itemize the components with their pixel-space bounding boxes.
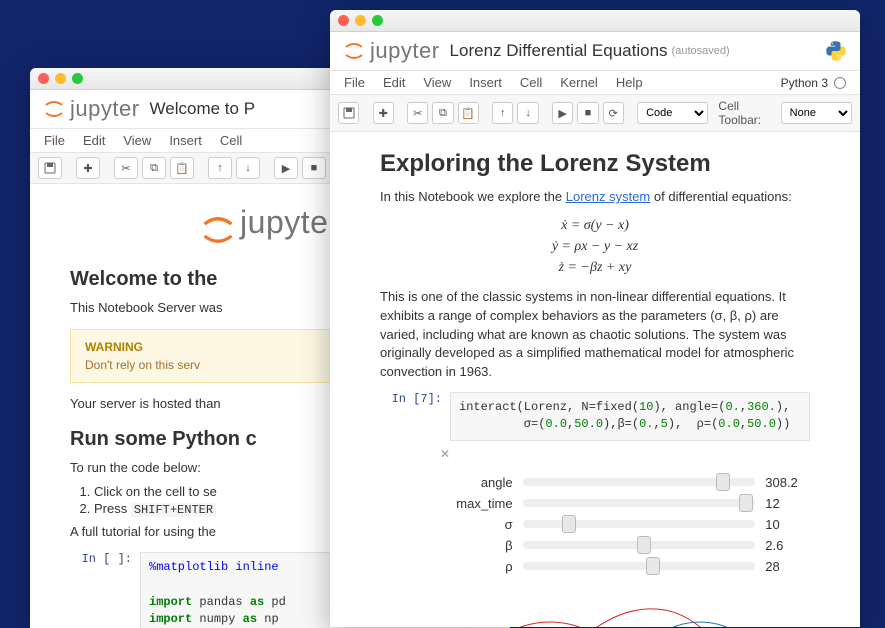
menu-help[interactable]: Help [616, 75, 643, 90]
menu-file[interactable]: File [344, 75, 365, 90]
equations: ẋ = σ(y − x) ẏ = ρx − y − xz ż = −βz + x… [380, 215, 810, 278]
copy-button[interactable]: ⧉ [142, 157, 166, 179]
add-cell-button[interactable]: ✚ [373, 102, 394, 124]
run-button[interactable]: ▶ [274, 157, 298, 179]
slider-row-angle: angle 308.2 [450, 475, 810, 490]
menu-insert[interactable]: Insert [469, 75, 502, 90]
menu-file[interactable]: File [44, 133, 65, 148]
lorenz-plot [440, 592, 810, 627]
move-down-button[interactable]: ↓ [236, 157, 260, 179]
slider-value: 10 [765, 517, 810, 532]
slider-row-max_time: max_time 12 [450, 496, 810, 511]
slider-thumb[interactable] [646, 557, 660, 575]
input-prompt: In [7]: [380, 392, 450, 441]
slider-thumb[interactable] [739, 494, 753, 512]
slider-track[interactable] [523, 541, 756, 549]
move-up-button[interactable]: ↑ [492, 102, 513, 124]
menu-insert[interactable]: Insert [169, 133, 202, 148]
page-title: Exploring the Lorenz System [380, 150, 810, 178]
close-dot[interactable] [338, 15, 349, 26]
run-button[interactable]: ▶ [552, 102, 573, 124]
slider-value: 308.2 [765, 475, 810, 490]
slider-label: ρ [450, 559, 513, 574]
slider-track[interactable] [523, 520, 756, 528]
menu-view[interactable]: View [123, 133, 151, 148]
slider-thumb[interactable] [716, 473, 730, 491]
maximize-dot[interactable] [72, 73, 83, 84]
close-dot[interactable] [38, 73, 49, 84]
input-prompt: In [ ]: [70, 552, 140, 628]
save-button[interactable] [38, 157, 62, 179]
lorenz-link[interactable]: Lorenz system [566, 189, 651, 204]
add-cell-button[interactable]: ✚ [76, 157, 100, 179]
header: jupyter Lorenz Differential Equations (a… [330, 32, 860, 71]
intro-paragraph: In this Notebook we explore the Lorenz s… [380, 188, 810, 207]
slider-label: σ [450, 517, 513, 532]
content: Exploring the Lorenz System In this Note… [330, 132, 860, 627]
menu-view[interactable]: View [423, 75, 451, 90]
widget-close-icon[interactable]: ✕ [440, 447, 810, 461]
slider-value: 12 [765, 496, 810, 511]
paste-button[interactable]: 📋 [458, 102, 479, 124]
minimize-dot[interactable] [355, 15, 366, 26]
slider-label: β [450, 538, 513, 553]
jupyter-logo[interactable]: jupyter [42, 96, 140, 122]
menu-cell[interactable]: Cell [220, 133, 242, 148]
code-cell[interactable]: In [7]: interact(Lorenz, N=fixed(10), an… [380, 392, 810, 441]
menu-kernel[interactable]: Kernel [560, 75, 598, 90]
slider-value: 28 [765, 559, 810, 574]
slider-track[interactable] [523, 478, 756, 486]
notebook-title[interactable]: Welcome to P [150, 99, 256, 119]
kernel-indicator[interactable]: Python 3 [781, 76, 846, 90]
slider-track[interactable] [523, 499, 756, 507]
slider-row-ρ: ρ 28 [450, 559, 810, 574]
cut-button[interactable]: ✂ [407, 102, 428, 124]
cell-toolbar-label: Cell Toolbar: [718, 99, 776, 127]
autosave-status: (autosaved) [672, 45, 730, 57]
save-button[interactable] [338, 102, 359, 124]
maximize-dot[interactable] [372, 15, 383, 26]
menu-edit[interactable]: Edit [83, 133, 105, 148]
foreground-window: jupyter Lorenz Differential Equations (a… [330, 10, 860, 627]
paste-button[interactable]: 📋 [170, 157, 194, 179]
menubar: File Edit View Insert Cell Kernel Help P… [330, 71, 860, 95]
slider-thumb[interactable] [637, 536, 651, 554]
copy-button[interactable]: ⧉ [432, 102, 453, 124]
logo-text: jupyter [370, 38, 440, 64]
kernel-status-icon [834, 77, 846, 89]
slider-thumb[interactable] [562, 515, 576, 533]
slider-label: angle [450, 475, 513, 490]
restart-button[interactable]: ⟳ [603, 102, 624, 124]
move-up-button[interactable]: ↑ [208, 157, 232, 179]
slider-value: 2.6 [765, 538, 810, 553]
cut-button[interactable]: ✂ [114, 157, 138, 179]
widget-panel: angle 308.2 max_time 12 σ 10 β 2.6 ρ 28 [450, 475, 810, 574]
stop-button[interactable]: ■ [577, 102, 598, 124]
cell-type-select[interactable]: Code [637, 102, 708, 124]
stop-button[interactable]: ■ [302, 157, 326, 179]
notebook-title[interactable]: Lorenz Differential Equations [450, 41, 668, 61]
cell-toolbar-select[interactable]: None [781, 102, 852, 124]
menu-cell[interactable]: Cell [520, 75, 542, 90]
menu-edit[interactable]: Edit [383, 75, 405, 90]
slider-row-β: β 2.6 [450, 538, 810, 553]
code-input[interactable]: interact(Lorenz, N=fixed(10), angle=(0.,… [450, 392, 810, 441]
toolbar: ✚ ✂ ⧉ 📋 ↑ ↓ ▶ ■ ⟳ Code Cell Toolbar: Non… [330, 95, 860, 132]
minimize-dot[interactable] [55, 73, 66, 84]
move-down-button[interactable]: ↓ [517, 102, 538, 124]
python-icon [824, 39, 848, 63]
logo-text: jupyter [70, 96, 140, 122]
slider-row-σ: σ 10 [450, 517, 810, 532]
description-paragraph: This is one of the classic systems in no… [380, 288, 810, 382]
jupyter-logo[interactable]: jupyter [342, 38, 440, 64]
slider-track[interactable] [523, 562, 756, 570]
titlebar [330, 10, 860, 32]
slider-label: max_time [450, 496, 513, 511]
